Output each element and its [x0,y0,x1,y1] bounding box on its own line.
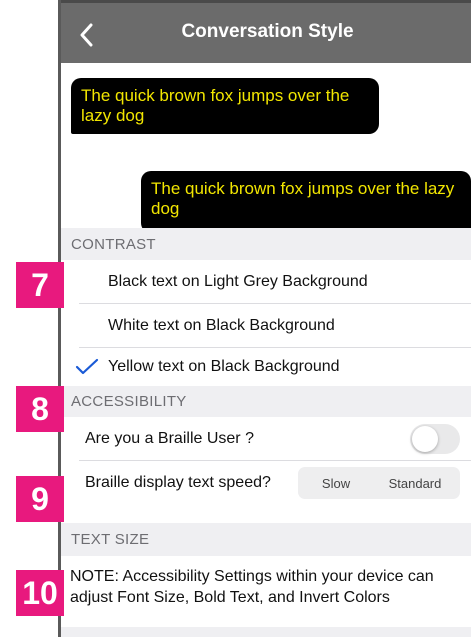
checkmark-icon [75,358,99,375]
braille-user-row: Are you a Braille User ? [61,417,471,461]
preview-bubble-left: The quick brown fox jumps over the lazy … [71,78,379,134]
bottom-section-strip [61,627,471,637]
preview-bubble-right: The quick brown fox jumps over the lazy … [141,171,471,228]
contrast-option-black-on-grey[interactable]: Black text on Light Grey Background [61,260,471,304]
navigation-bar: Conversation Style [61,0,471,63]
accessibility-section-header: ACCESSIBILITY [61,386,471,417]
braille-user-label: Are you a Braille User ? [85,430,254,447]
braille-speed-row: Braille display text speed? Slow Standar… [61,461,471,505]
braille-speed-segmented-control: Slow Standard [298,467,460,499]
step-badge-7: 7 [16,262,64,308]
contrast-option-yellow-on-black[interactable]: Yellow text on Black Background [61,348,471,386]
step-badge-8: 8 [16,386,64,432]
speed-option-standard[interactable]: Standard [372,469,458,497]
contrast-option-label: Black text on Light Grey Background [108,273,368,290]
step-badge-10: 10 [16,570,64,616]
text-size-section-header: TEXT SIZE [61,523,471,556]
speed-option-slow[interactable]: Slow [300,469,372,497]
toggle-knob [412,426,438,452]
text-size-note: NOTE: Accessibility Settings within your… [61,556,471,627]
contrast-option-label: Yellow text on Black Background [108,358,340,375]
page-title: Conversation Style [181,21,354,42]
phone-screen: Conversation Style The quick brown fox j… [58,0,471,637]
step-badge-9: 9 [16,476,64,522]
contrast-section-header: CONTRAST [61,228,471,260]
braille-speed-label: Braille display text speed? [85,474,271,491]
braille-user-toggle[interactable] [410,424,460,454]
contrast-option-white-on-black[interactable]: White text on Black Background [61,304,471,348]
conversation-preview: The quick brown fox jumps over the lazy … [61,63,471,228]
contrast-option-label: White text on Black Background [108,317,335,334]
